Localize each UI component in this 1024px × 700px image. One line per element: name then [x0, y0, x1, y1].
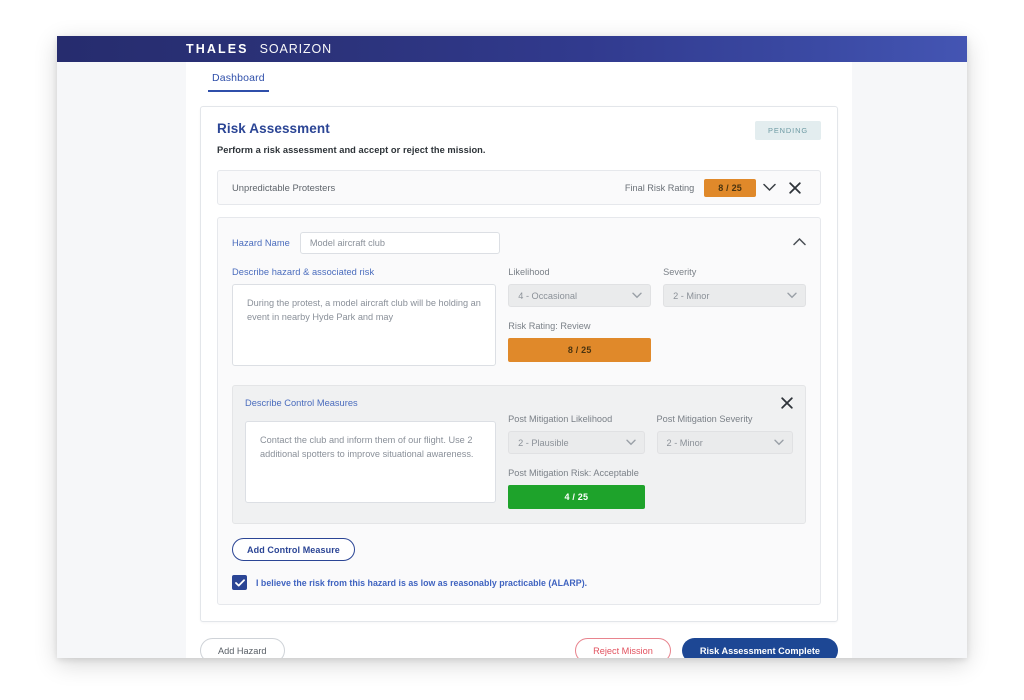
chevron-down-icon [632, 292, 642, 299]
footer-right-actions: Reject Mission Risk Assessment Complete [575, 638, 838, 658]
post-mitigation-risk-label: Post Mitigation Risk: Acceptable [508, 468, 639, 478]
collapse-hazard-button[interactable] [786, 228, 812, 254]
severity-select[interactable]: 2 - Minor [663, 284, 806, 307]
describe-hazard-label: Describe hazard & associated risk [232, 267, 375, 277]
control-measure-panel: Describe Control Measures Post Mit [232, 385, 806, 524]
page-subtitle: Perform a risk assessment and accept or … [217, 145, 486, 155]
alarp-row: I believe the risk from this hazard is a… [232, 575, 806, 590]
hazard-detail-panel: Hazard Name Describe hazard & associated… [217, 217, 821, 605]
post-likelihood-column: Post Mitigation Likelihood 2 - Plausible… [508, 414, 645, 509]
post-mitigation-likelihood-value: 2 - Plausible [518, 437, 569, 448]
brand-bar: THALES SOARIZON [57, 36, 967, 62]
control-measure-header: Describe Control Measures [245, 396, 793, 414]
final-risk-rating-value: 8 / 25 [704, 178, 756, 197]
severity-label: Severity [663, 267, 697, 277]
tab-bar: Dashboard [186, 62, 852, 92]
likelihood-column: Likelihood 4 - Occasional Risk Rating: R… [508, 267, 652, 371]
alarp-checkbox[interactable] [232, 575, 247, 590]
severity-column: Severity 2 - Minor [663, 267, 806, 371]
hazard-summary-row[interactable]: Unpredictable Protesters Final Risk Rati… [217, 170, 821, 205]
risk-assessment-complete-button[interactable]: Risk Assessment Complete [681, 638, 838, 658]
post-mitigation-severity-label: Post Mitigation Severity [656, 414, 753, 424]
expand-hazard-button[interactable] [756, 175, 782, 201]
likelihood-value: 4 - Occasional [518, 290, 578, 301]
chevron-up-icon [792, 237, 806, 245]
chevron-down-icon [787, 292, 797, 299]
add-hazard-button[interactable]: Add Hazard [200, 638, 285, 658]
hazard-describe-column: Describe hazard & associated risk [232, 267, 497, 371]
close-icon [781, 397, 793, 409]
risk-assessment-card: Risk Assessment Perform a risk assessmen… [200, 106, 838, 622]
control-measure-title: Describe Control Measures [245, 398, 358, 408]
likelihood-label: Likelihood [508, 267, 550, 277]
risk-rating-label: Risk Rating: Review [508, 321, 591, 331]
add-control-measure-button[interactable]: Add Control Measure [232, 538, 355, 561]
reject-mission-button[interactable]: Reject Mission [575, 638, 671, 658]
post-mitigation-likelihood-select[interactable]: 2 - Plausible [508, 431, 645, 454]
post-mitigation-likelihood-label: Post Mitigation Likelihood [508, 414, 613, 424]
brand-thales-logo: THALES [186, 42, 249, 56]
chevron-down-icon [625, 439, 636, 446]
final-risk-rating-label: Final Risk Rating [624, 182, 695, 193]
severity-value: 2 - Minor [673, 290, 710, 301]
hazard-name-label: Hazard Name [232, 238, 290, 248]
footer-actions: Add Hazard Reject Mission Risk Assessmen… [200, 638, 838, 658]
checkmark-icon [234, 578, 245, 586]
remove-control-measure-button[interactable] [781, 396, 793, 414]
control-measures-textarea[interactable] [245, 421, 497, 503]
status-badge: PENDING [755, 121, 821, 140]
hazard-name-row: Hazard Name [232, 232, 806, 254]
control-measure-text-column [245, 414, 497, 509]
post-severity-column: Post Mitigation Severity 2 - Minor [656, 414, 793, 509]
post-mitigation-risk-value: 4 / 25 [508, 485, 645, 509]
chevron-down-icon [762, 183, 776, 192]
post-mitigation-severity-select[interactable]: 2 - Minor [656, 431, 793, 454]
alarp-label: I believe the risk from this hazard is a… [256, 577, 588, 588]
hazard-summary-name: Unpredictable Protesters [232, 182, 336, 193]
browser-window: THALES SOARIZON Dashboard Risk Assessmen… [57, 36, 967, 658]
risk-rating-value: 8 / 25 [508, 338, 652, 362]
page-title: Risk Assessment [217, 121, 330, 136]
control-measure-fields-row: Post Mitigation Likelihood 2 - Plausible… [245, 414, 793, 509]
post-mitigation-severity-value: 2 - Minor [666, 437, 703, 448]
hazard-name-input[interactable] [299, 232, 500, 254]
remove-hazard-button[interactable] [782, 175, 808, 201]
describe-hazard-textarea[interactable] [232, 284, 497, 366]
hazard-fields-row: Describe hazard & associated risk Likeli… [232, 267, 806, 371]
close-icon [789, 181, 801, 194]
likelihood-select[interactable]: 4 - Occasional [508, 284, 652, 307]
brand-soarizon-label: SOARIZON [259, 42, 333, 56]
content-sheet: Dashboard Risk Assessment Perform a risk… [186, 62, 852, 658]
chevron-down-icon [774, 439, 784, 446]
tab-dashboard[interactable]: Dashboard [208, 72, 269, 92]
card-header: Risk Assessment Perform a risk assessmen… [217, 121, 821, 155]
